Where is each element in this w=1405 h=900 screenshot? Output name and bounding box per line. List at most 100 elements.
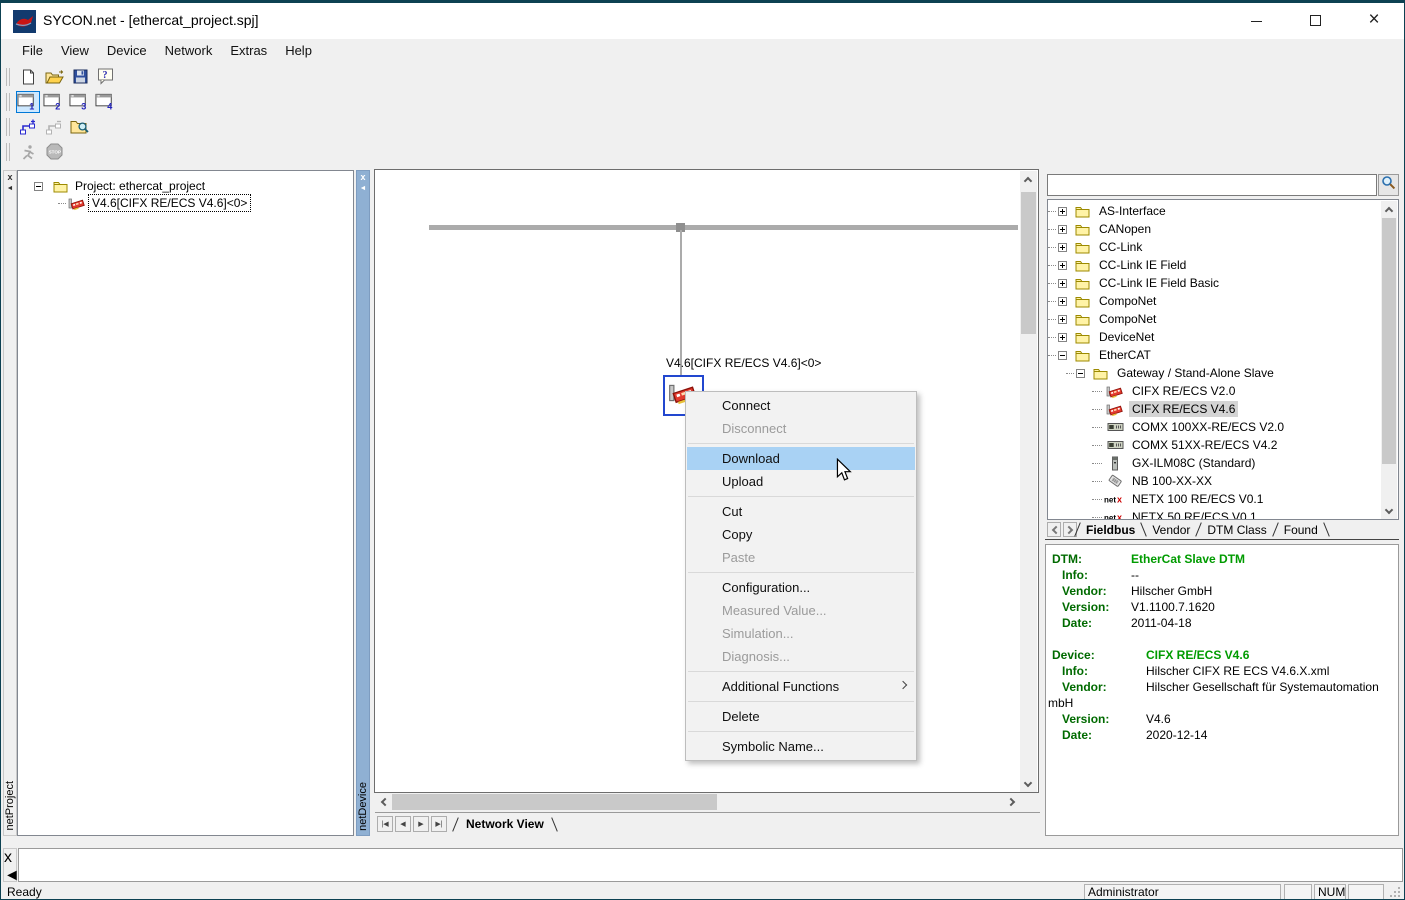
menu-extras[interactable]: Extras bbox=[221, 39, 276, 64]
catalog-item-label[interactable]: EtherCAT bbox=[1096, 347, 1154, 363]
catalog-item-label[interactable]: NETX 50 RE/ECS V0.1 bbox=[1129, 509, 1260, 520]
context-menu-copy[interactable]: Copy bbox=[686, 523, 916, 546]
catalog-item-label[interactable]: Gateway / Stand-Alone Slave bbox=[1114, 365, 1277, 381]
expand-box-icon[interactable] bbox=[1057, 279, 1068, 288]
output-close-icon[interactable]: x bbox=[4, 849, 12, 866]
open-project-button[interactable] bbox=[42, 66, 66, 88]
catalog-item[interactable]: Gateway / Stand-Alone Slave bbox=[1050, 364, 1277, 382]
catalog-tab-dtm-class[interactable]: DTM Class bbox=[1199, 523, 1274, 537]
menu-help[interactable]: Help bbox=[276, 39, 321, 64]
catalog-item-label[interactable]: NETX 100 RE/ECS V0.1 bbox=[1129, 491, 1266, 507]
project-root-label[interactable]: Project: ethercat_project bbox=[72, 178, 208, 194]
catalog-tab-found[interactable]: Found bbox=[1276, 523, 1326, 537]
scroll-left-icon[interactable] bbox=[375, 794, 391, 810]
catalog-item[interactable]: CC-Link bbox=[1050, 238, 1145, 256]
expand-box-icon[interactable] bbox=[1057, 315, 1068, 324]
save-project-button[interactable] bbox=[68, 66, 92, 88]
tab-prev-icon[interactable]: ◀ bbox=[395, 816, 411, 832]
expand-box-icon[interactable] bbox=[1057, 225, 1068, 234]
catalog-item[interactable]: CIFX RE/ECS V4.6 bbox=[1050, 400, 1238, 418]
context-menu-upload[interactable]: Upload bbox=[686, 470, 916, 493]
context-menu-symbolic-name[interactable]: Symbolic Name... bbox=[686, 735, 916, 758]
menu-view[interactable]: View bbox=[52, 39, 98, 64]
catalog-item-label[interactable]: GX-ILM08C (Standard) bbox=[1129, 455, 1258, 471]
catalog-item-label[interactable]: CIFX RE/ECS V2.0 bbox=[1129, 383, 1238, 399]
catalog-item[interactable]: COMX 100XX-RE/ECS V2.0 bbox=[1050, 418, 1287, 436]
menu-network[interactable]: Network bbox=[156, 39, 222, 64]
tabs-scroll-left-icon[interactable] bbox=[1047, 522, 1061, 537]
project-device-label[interactable]: V4.6[CIFX RE/ECS V4.6]<0> bbox=[89, 195, 250, 211]
collapse-box-icon[interactable] bbox=[1057, 351, 1068, 360]
menu-device[interactable]: Device bbox=[98, 39, 156, 64]
expand-box-icon[interactable] bbox=[1057, 243, 1068, 252]
catalog-tab-vendor[interactable]: Vendor bbox=[1144, 523, 1198, 537]
scroll-up-icon[interactable] bbox=[1020, 171, 1036, 187]
scroll-up-icon[interactable] bbox=[1381, 201, 1397, 217]
catalog-item[interactable]: CANopen bbox=[1050, 220, 1154, 238]
window-4-button[interactable]: 4 bbox=[94, 91, 118, 113]
close-button[interactable]: × bbox=[1351, 3, 1397, 37]
tab-first-icon[interactable]: |◀ bbox=[377, 816, 393, 832]
window-1-button[interactable]: 1 bbox=[16, 91, 40, 113]
project-root-row[interactable]: Project: ethercat_project bbox=[28, 177, 208, 195]
catalog-item[interactable]: netxNETX 50 RE/ECS V0.1 bbox=[1050, 508, 1260, 520]
canvas-vertical-scrollbar[interactable] bbox=[1020, 171, 1037, 792]
catalog-item-label[interactable]: CANopen bbox=[1096, 221, 1154, 237]
catalog-item[interactable]: GX-ILM08C (Standard) bbox=[1050, 454, 1258, 472]
add-connection-button[interactable] bbox=[16, 116, 40, 138]
catalog-item-label[interactable]: CompoNet bbox=[1096, 311, 1159, 327]
catalog-item[interactable]: AS-Interface bbox=[1050, 202, 1169, 220]
scroll-down-icon[interactable] bbox=[1381, 503, 1397, 519]
tab-last-icon[interactable]: ▶| bbox=[431, 816, 447, 832]
catalog-item-label[interactable]: CIFX RE/ECS V4.6 bbox=[1129, 401, 1238, 417]
window-2-button[interactable]: 2 bbox=[42, 91, 66, 113]
catalog-item-label[interactable]: COMX 100XX-RE/ECS V2.0 bbox=[1129, 419, 1287, 435]
netproject-collapse-icon[interactable]: ◄ bbox=[4, 185, 16, 193]
catalog-item-label[interactable]: NB 100-XX-XX bbox=[1129, 473, 1215, 489]
scroll-thumb[interactable] bbox=[1382, 218, 1396, 464]
expand-box-icon[interactable] bbox=[1057, 297, 1068, 306]
maximize-button[interactable] bbox=[1292, 3, 1338, 37]
catalog-item-label[interactable]: CC-Link IE Field Basic bbox=[1096, 275, 1222, 291]
collapse-box-icon[interactable] bbox=[1075, 369, 1086, 378]
catalog-item[interactable]: EtherCAT bbox=[1050, 346, 1154, 364]
catalog-item-label[interactable]: CC-Link bbox=[1096, 239, 1145, 255]
collapse-box-icon[interactable] bbox=[28, 182, 48, 191]
search-button[interactable] bbox=[1378, 174, 1399, 196]
window-3-button[interactable]: 3 bbox=[68, 91, 92, 113]
catalog-item[interactable]: CC-Link IE Field Basic bbox=[1050, 274, 1222, 292]
catalog-item[interactable]: CIFX RE/ECS V2.0 bbox=[1050, 382, 1238, 400]
canvas-horizontal-scrollbar[interactable] bbox=[375, 793, 1020, 811]
context-menu-download[interactable]: Download bbox=[687, 447, 915, 470]
minimize-button[interactable] bbox=[1233, 3, 1279, 37]
context-menu-configuration[interactable]: Configuration... bbox=[686, 576, 916, 599]
catalog-item[interactable]: CompoNet bbox=[1050, 292, 1159, 310]
catalog-item-label[interactable]: AS-Interface bbox=[1096, 203, 1169, 219]
catalog-item-label[interactable]: CC-Link IE Field bbox=[1096, 257, 1189, 273]
scroll-down-icon[interactable] bbox=[1020, 776, 1036, 792]
menu-file[interactable]: File bbox=[13, 39, 52, 64]
expand-box-icon[interactable] bbox=[1057, 333, 1068, 342]
catalog-search-input[interactable] bbox=[1047, 174, 1377, 196]
catalog-item[interactable]: COMX 51XX-RE/ECS V4.2 bbox=[1050, 436, 1280, 454]
expand-box-icon[interactable] bbox=[1057, 261, 1068, 270]
catalog-item[interactable]: CompoNet bbox=[1050, 310, 1159, 328]
device-catalog-button[interactable] bbox=[68, 116, 92, 138]
catalog-item[interactable]: NB 100-XX-XX bbox=[1050, 472, 1215, 490]
help-button[interactable]: ? bbox=[94, 66, 118, 88]
netdevice-close-icon[interactable]: x bbox=[357, 173, 369, 182]
netproject-close-icon[interactable]: x bbox=[4, 173, 16, 182]
scroll-thumb[interactable] bbox=[392, 794, 717, 810]
catalog-item[interactable]: DeviceNet bbox=[1050, 328, 1157, 346]
expand-box-icon[interactable] bbox=[1057, 207, 1068, 216]
context-menu-additional-functions[interactable]: Additional Functions bbox=[686, 675, 916, 698]
resize-grip-icon[interactable] bbox=[1390, 887, 1402, 900]
netdevice-collapse-icon[interactable]: ◄ bbox=[357, 185, 369, 193]
catalog-scrollbar[interactable] bbox=[1381, 201, 1397, 519]
scroll-right-icon[interactable] bbox=[1004, 794, 1020, 810]
new-project-button[interactable] bbox=[16, 66, 40, 88]
catalog-tab-fieldbus[interactable]: Fieldbus bbox=[1078, 523, 1143, 537]
catalog-item-label[interactable]: COMX 51XX-RE/ECS V4.2 bbox=[1129, 437, 1280, 453]
project-device-row[interactable]: V4.6[CIFX RE/ECS V4.6]<0> bbox=[58, 194, 250, 212]
catalog-item-label[interactable]: DeviceNet bbox=[1096, 329, 1157, 345]
